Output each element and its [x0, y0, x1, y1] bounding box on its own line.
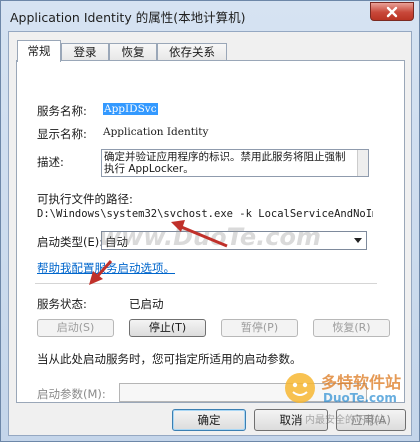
description-value: 确定并验证应用程序的标识。禁用此服务将阻止强制执行 AppLocker。 — [104, 151, 346, 175]
service-name-label: 服务名称: — [37, 104, 87, 118]
logo-icon — [285, 373, 315, 403]
display-name-label: 显示名称: — [37, 127, 87, 141]
startup-type-select[interactable]: 自动 — [101, 231, 367, 250]
stop-button[interactable]: 停止(T) — [129, 319, 206, 337]
window-title: Application Identity 的属性(本地计算机) — [10, 10, 246, 25]
close-button[interactable] — [370, 2, 414, 21]
close-icon — [386, 6, 398, 17]
logo-text: 多特软件站 — [321, 373, 402, 392]
separator — [35, 283, 377, 284]
service-name-value[interactable]: AppIDSvc — [103, 103, 158, 115]
ok-button[interactable]: 确定 — [172, 409, 246, 431]
tab-recovery[interactable]: 恢复 — [109, 43, 157, 61]
description-scrollbar[interactable] — [357, 150, 368, 176]
startup-type-label: 启动类型(E): — [37, 235, 104, 249]
logo-subtext: DuoTe.com — [323, 391, 397, 405]
tab-general[interactable]: 常规 — [17, 40, 61, 62]
start-params-hint: 当从此处启动服务时，您可指定所适用的启动参数。 — [37, 352, 302, 366]
tab-logon[interactable]: 登录 — [61, 43, 109, 61]
pause-button[interactable]: 暂停(P) — [221, 319, 298, 337]
properties-window: Application Identity 的属性(本地计算机) 常规 登录 恢复… — [0, 0, 420, 442]
exe-path-value[interactable]: D:\Windows\system32\svchost.exe -k Local… — [37, 208, 373, 220]
start-params-label: 启动参数(M): — [37, 387, 106, 401]
description-textbox[interactable]: 确定并验证应用程序的标识。禁用此服务将阻止强制执行 AppLocker。 — [101, 149, 369, 177]
tab-dependencies[interactable]: 依存关系 — [157, 43, 227, 61]
resume-button[interactable]: 恢复(R) — [313, 319, 390, 337]
display-name-value[interactable]: Application Identity — [103, 126, 208, 138]
watermark-bottom: 内最安全的下载站 — [305, 415, 385, 426]
start-button[interactable]: 启动(S) — [37, 319, 114, 337]
exe-path-label: 可执行文件的路径: — [37, 192, 133, 206]
general-tab-panel: 服务名称: AppIDSvc 显示名称: Application Identit… — [16, 60, 405, 403]
service-status-label: 服务状态: — [37, 297, 87, 311]
title-bar[interactable]: Application Identity 的属性(本地计算机) — [1, 1, 419, 31]
watermark-logo: 多特软件站 DuoTe.com — [283, 365, 415, 413]
description-label: 描述: — [37, 155, 64, 169]
help-configure-link[interactable]: 帮助我配置服务启动选项。 — [37, 260, 175, 276]
startup-type-value: 自动 — [105, 235, 128, 249]
chevron-down-icon — [354, 238, 362, 243]
service-status-value: 已启动 — [129, 297, 164, 311]
